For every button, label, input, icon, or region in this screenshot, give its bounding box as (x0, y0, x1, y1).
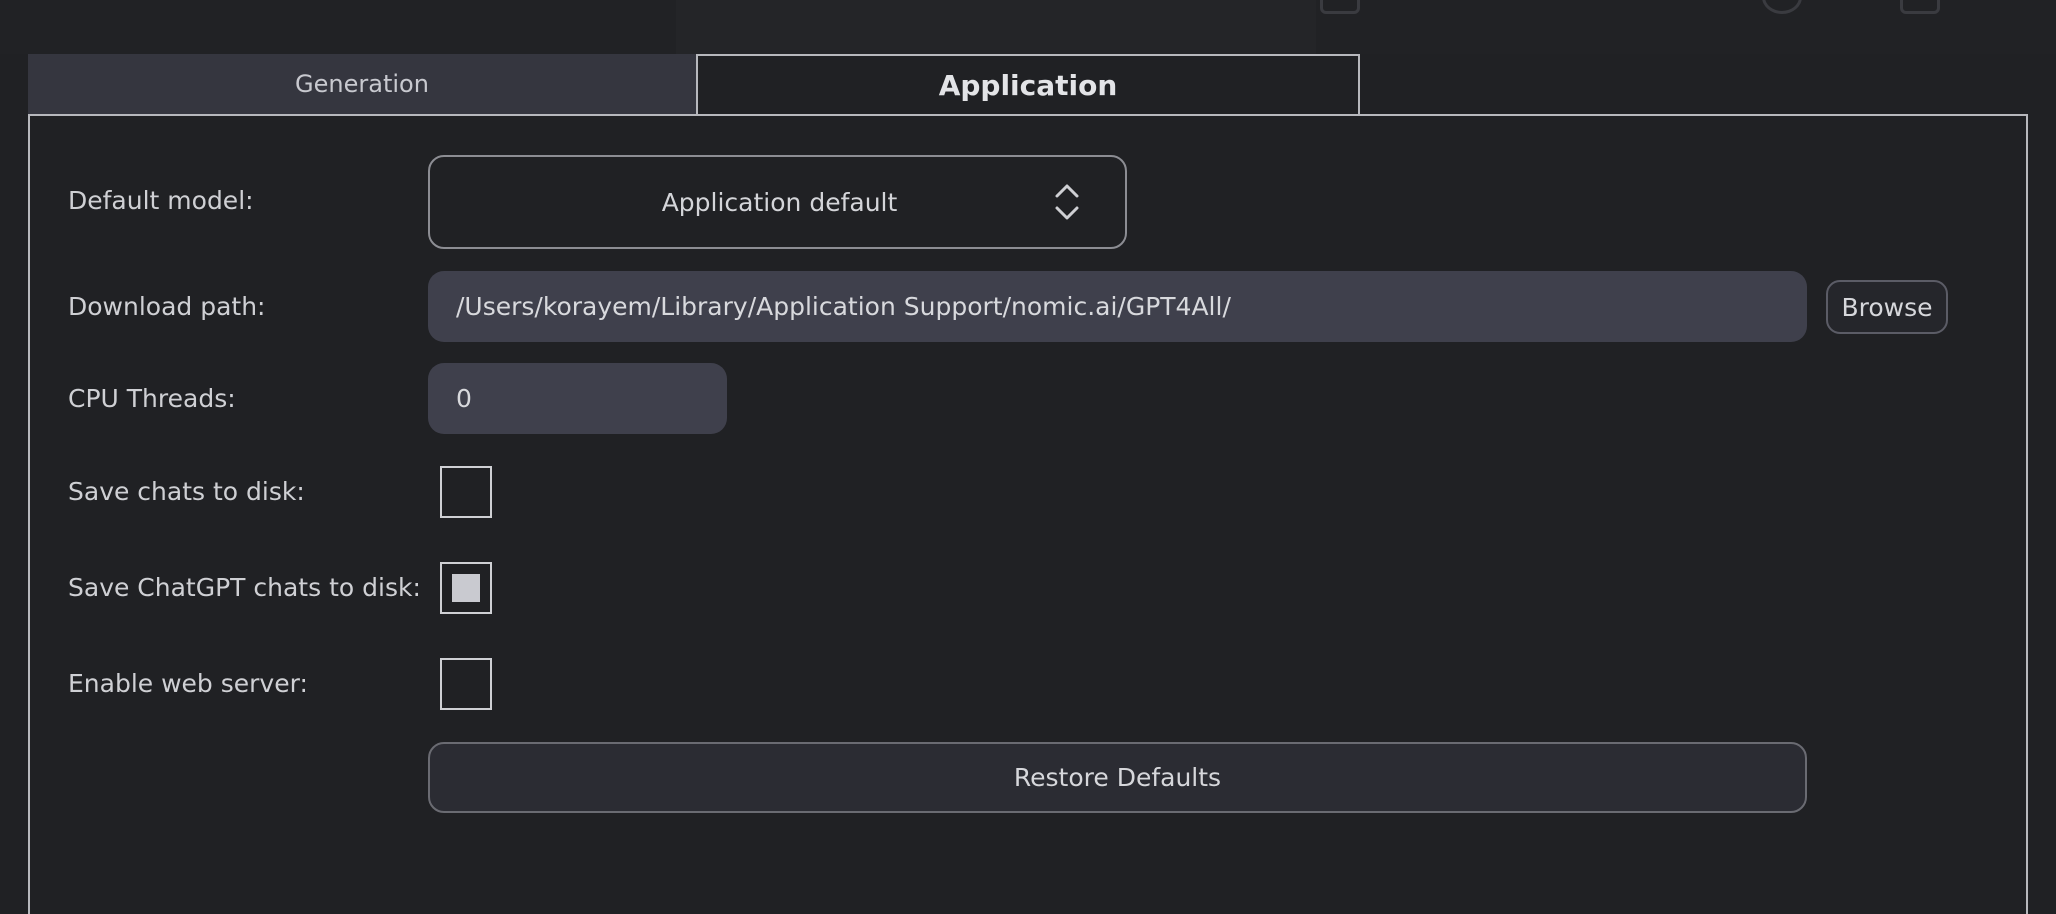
cpu-threads-field[interactable]: 0 (428, 363, 727, 434)
download-path-label: Download path: (68, 292, 266, 321)
tab-generation[interactable]: Generation (28, 54, 696, 114)
save-chats-label: Save chats to disk: (68, 477, 305, 506)
default-model-label: Default model: (68, 186, 254, 215)
default-model-combobox[interactable]: Application default (428, 155, 1127, 249)
save-chatgpt-chats-label: Save ChatGPT chats to disk: (68, 573, 421, 602)
tab-application[interactable]: Application (696, 54, 1360, 114)
download-path-field[interactable]: /Users/korayem/Library/Application Suppo… (428, 271, 1807, 342)
save-chats-checkbox[interactable] (440, 466, 492, 518)
cpu-threads-label: CPU Threads: (68, 384, 236, 413)
save-chatgpt-chats-checkbox[interactable] (440, 562, 492, 614)
chevron-up-down-icon (1055, 184, 1079, 220)
partial-toolbar-icon (1762, 0, 1802, 14)
checkmark-fill (452, 574, 480, 602)
partial-toolbar-icon (1320, 0, 1360, 14)
enable-web-server-checkbox[interactable] (440, 658, 492, 710)
window-top-strip (0, 0, 2056, 54)
default-model-value: Application default (661, 187, 898, 217)
partial-toolbar-icon (1900, 0, 1940, 14)
settings-tabbar: Generation Application (28, 54, 1360, 114)
enable-web-server-label: Enable web server: (68, 669, 308, 698)
top-strip-segment (676, 0, 1316, 54)
restore-defaults-button[interactable]: Restore Defaults (428, 742, 1807, 813)
browse-button[interactable]: Browse (1826, 280, 1948, 334)
